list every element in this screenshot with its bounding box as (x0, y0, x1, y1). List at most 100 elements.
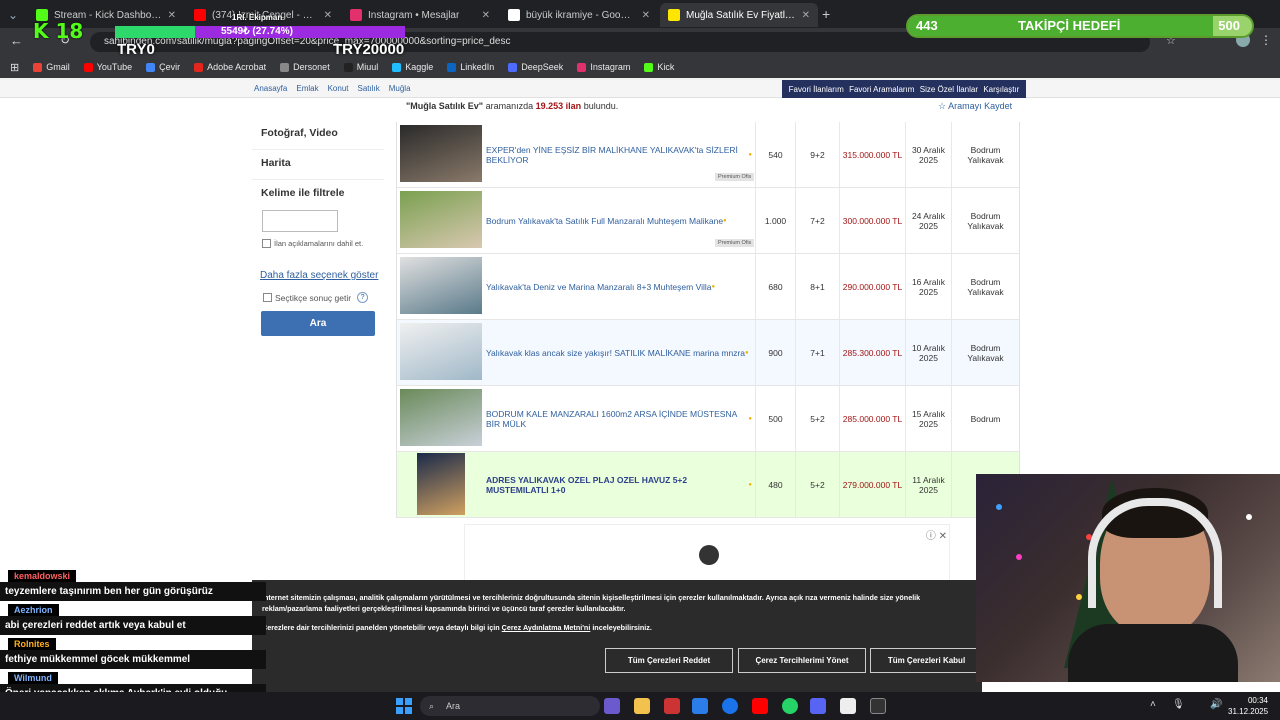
close-tab-icon[interactable]: ✕ (636, 10, 650, 21)
close-tab-icon[interactable]: ✕ (796, 10, 810, 21)
top-nav-item[interactable]: Size Özel İlanlar (920, 85, 978, 94)
new-tab-button[interactable]: + (822, 6, 830, 22)
listing-title[interactable]: EXPER'den YİNE EŞSİZ BİR MALİKHANE YALIK… (486, 126, 752, 184)
search-button[interactable]: Ara (261, 311, 375, 336)
bookmark-icon (194, 62, 204, 72)
obs-icon[interactable] (870, 698, 886, 714)
bookmark-item[interactable]: Kick (644, 62, 674, 72)
bookmark-icon (280, 62, 290, 72)
listing-price: 300.000.000 TL (839, 188, 905, 254)
store-app-icon[interactable] (692, 698, 708, 714)
bookmark-item[interactable]: Gmail (33, 62, 70, 72)
account-nav: Favori İlanlarım Favori Aramalarım Size Öz… (782, 80, 1026, 98)
top-nav-item[interactable]: Karşılaştır (983, 85, 1019, 94)
follower-goal: 500 (1218, 18, 1240, 33)
mic-icon[interactable]: 🎙 (1172, 699, 1185, 710)
youtube-icon[interactable] (752, 698, 768, 714)
reject-cookies-button[interactable]: Tüm Çerezleri Reddet (605, 648, 733, 673)
cookie-banner: İnternet sitemizin çalışması, analitik ç… (252, 580, 982, 692)
cookie-policy-link[interactable]: Çerez Aydınlatma Metni'ni (502, 623, 591, 632)
help-icon[interactable]: ? (357, 292, 369, 303)
accept-cookies-button[interactable]: Tüm Çerezleri Kabul (870, 648, 982, 673)
taskbar-search[interactable]: ⌕ Ara (420, 696, 600, 716)
listing-row[interactable]: Yalıkavak klas ancak size yakışır! SATIL… (397, 320, 1019, 386)
choose-results-checkbox[interactable]: Seçtikçe sonuç getir? (263, 292, 369, 303)
whatsapp-icon[interactable] (782, 698, 798, 714)
menu-icon[interactable]: ⋮ (1260, 33, 1272, 47)
bookmark-item[interactable]: Çevir (146, 62, 180, 72)
cookie-prefs-button[interactable]: Çerez Tercihlerimi Yönet (738, 648, 866, 673)
listing-row[interactable]: EXPER'den YİNE EŞSİZ BİR MALİKHANE YALIK… (397, 122, 1019, 188)
bookmark-item[interactable]: Instagram (577, 62, 630, 72)
bookmark-item[interactable]: Miuul (343, 62, 378, 72)
bulb-icon: ● (748, 482, 752, 488)
file-explorer-icon[interactable] (634, 698, 650, 714)
chat-username: Aezhrion (8, 604, 59, 616)
listing-title[interactable]: BODRUM KALE MANZARALI 1600m2 ARSA İÇİNDE… (486, 390, 752, 448)
discord-icon[interactable] (810, 698, 826, 714)
kick-level: K 18 (33, 19, 84, 43)
more-options-link[interactable]: Daha fazla seçenek göster (260, 270, 378, 281)
breadcrumb-item[interactable]: Muğla (389, 84, 411, 93)
listing-title-text: Bodrum Yalıkavak'ta Satılık Full Manzara… (486, 216, 724, 226)
bookmark-label: Kaggle (405, 62, 434, 72)
top-nav-item[interactable]: Favori Aramalarım (849, 85, 914, 94)
top-nav-item[interactable]: Favori İlanlarım (789, 85, 844, 94)
bookmark-icon (33, 62, 43, 72)
breadcrumb-item[interactable]: Anasayfa (254, 84, 287, 93)
listing-thumbnail[interactable] (400, 257, 482, 314)
bookmark-icon (577, 62, 587, 72)
bookmark-item[interactable]: DeepSeek (508, 62, 563, 72)
listing-thumbnail[interactable] (400, 389, 482, 446)
listing-title-text: BODRUM KALE MANZARALI 1600m2 ARSA İÇİNDE… (486, 409, 737, 429)
listing-thumbnail[interactable] (417, 453, 465, 515)
breadcrumb-item[interactable]: Satılık (358, 84, 380, 93)
close-tab-icon[interactable]: ✕ (476, 10, 490, 21)
breadcrumb-item[interactable]: Emlak (296, 84, 318, 93)
bookmark-label: Çevir (159, 62, 181, 72)
listing-thumbnail[interactable] (400, 323, 482, 380)
listing-price: 279.000.000 TL (839, 452, 905, 518)
listing-title[interactable]: Yalıkavak klas ancak size yakışır! SATIL… (486, 324, 752, 382)
apps-icon[interactable]: ⊞ (10, 61, 19, 74)
listing-title-text: Yalıkavak'ta Deniz ve Marina Manzaralı 8… (486, 282, 712, 292)
app-icon[interactable] (840, 698, 856, 714)
premium-badge: Premium Ofis (715, 173, 755, 181)
clock[interactable]: 00:34 31.12.2025 (1228, 695, 1268, 717)
listing-date: 15 Aralık 2025 (905, 386, 951, 452)
keyword-input[interactable] (262, 210, 338, 232)
bookmark-label: Dersonet (293, 62, 330, 72)
copilot-icon[interactable] (604, 698, 620, 714)
listing-title[interactable]: Bodrum Yalıkavak'ta Satılık Full Manzara… (486, 192, 752, 250)
volume-icon[interactable]: 🔊 (1210, 699, 1222, 710)
chat-text: abi çerezleri reddet artık veya kabul et (0, 616, 266, 635)
listing-title[interactable]: Yalıkavak'ta Deniz ve Marina Manzaralı 8… (486, 258, 752, 316)
keyword-filter-heading: Kelime ile filtrele (261, 187, 345, 199)
close-icon[interactable]: ⓘ ✕ (926, 527, 947, 542)
windows-start-icon[interactable] (396, 698, 412, 714)
bookmark-item[interactable]: Adobe Acrobat (194, 62, 266, 72)
browser-tab[interactable]: büyük ikramiye - Google'da Ara✕ (500, 3, 658, 27)
bookmark-item[interactable]: Kaggle (392, 62, 433, 72)
listing-row[interactable]: Bodrum Yalıkavak'ta Satılık Full Manzara… (397, 188, 1019, 254)
tray-chevron-icon[interactable]: ˄ (1150, 699, 1156, 710)
listing-title[interactable]: ADRES YALIKAVAK OZEL PLAJ OZEL HAVUZ 5+2… (486, 456, 752, 514)
cookie-text-prefix: Çerezlere dair tercihlerinizi panelden y… (262, 623, 500, 632)
listing-thumbnail[interactable] (400, 125, 482, 182)
filter-photo-video[interactable]: Fotoğraf, Video (252, 120, 384, 150)
listing-thumbnail[interactable] (400, 191, 482, 248)
listing-row[interactable]: BODRUM KALE MANZARALI 1600m2 ARSA İÇİNDE… (397, 386, 1019, 452)
chrome-icon[interactable] (722, 698, 738, 714)
browser-tab[interactable]: Muğla Satılık Ev Fiyatları sahibi✕ (660, 3, 818, 27)
listing-row[interactable]: ADRES YALIKAVAK OZEL PLAJ OZEL HAVUZ 5+2… (397, 452, 1019, 518)
listing-row[interactable]: Yalıkavak'ta Deniz ve Marina Manzaralı 8… (397, 254, 1019, 320)
bookmark-item[interactable]: YouTube (83, 62, 132, 72)
bookmark-item[interactable]: LinkedIn (447, 62, 494, 72)
store-icon[interactable] (664, 698, 680, 714)
headphones (1088, 498, 1222, 608)
save-search-link[interactable]: ☆ Aramayı Kaydet (938, 101, 1012, 112)
filter-map[interactable]: Harita (252, 150, 384, 180)
breadcrumb-item[interactable]: Konut (328, 84, 349, 93)
include-desc-checkbox[interactable]: İlan açıklamalarını dahil et. (262, 239, 363, 248)
bookmark-item[interactable]: Dersonet (280, 62, 330, 72)
